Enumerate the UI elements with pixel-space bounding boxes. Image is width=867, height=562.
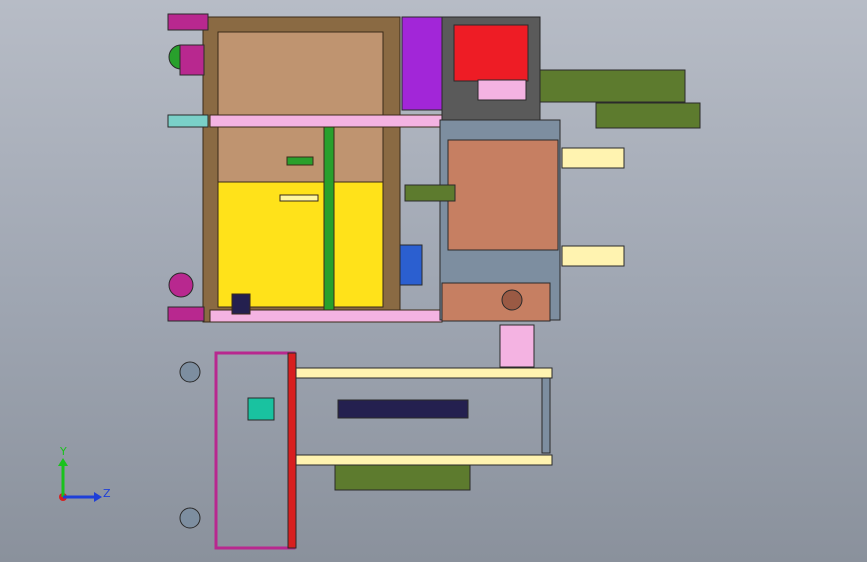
- mold-head: [399, 16, 701, 322]
- left-mounts: [167, 13, 209, 322]
- y-axis-head: [58, 458, 68, 466]
- z-axis-head: [94, 492, 102, 502]
- cad-viewport[interactable]: Y Z: [0, 0, 867, 562]
- lower-frame: [179, 324, 553, 550]
- coordinate-triad: Y Z: [58, 445, 111, 502]
- y-axis-label: Y: [59, 445, 67, 458]
- machine-assembly-drawing: Y Z: [58, 13, 701, 550]
- z-axis-label: Z: [103, 487, 111, 500]
